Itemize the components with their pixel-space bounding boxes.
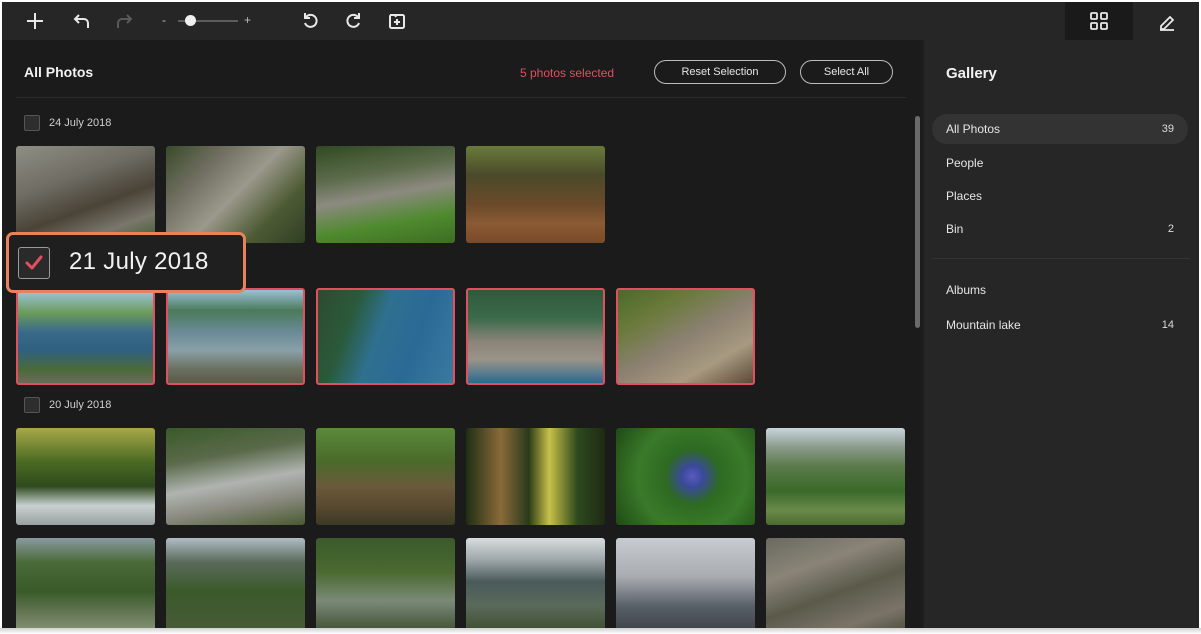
sidebar-item-label: Bin	[946, 222, 964, 236]
check-icon	[25, 255, 43, 270]
photo-thumbnail[interactable]	[766, 538, 905, 628]
photo-thumbnail[interactable]	[316, 428, 455, 525]
zoom-minus[interactable]: -	[162, 13, 166, 27]
photo-thumbnail[interactable]	[766, 428, 905, 525]
group-date-label: 24 July 2018	[49, 117, 112, 129]
photo-thumbnail[interactable]	[316, 538, 455, 628]
date-group-header: 20 July 2018	[24, 397, 111, 413]
photo-thumbnail[interactable]	[166, 428, 305, 525]
sidebar-item-label: Mountain lake	[946, 318, 1021, 332]
photos-panel: All Photos 5 photos selected Reset Selec…	[2, 40, 922, 628]
group-checkbox-callout: 21 July 2018	[6, 232, 246, 293]
sidebar-item-count: 14	[1161, 319, 1174, 331]
photo-thumbnail[interactable]	[466, 538, 605, 628]
photo-thumbnail[interactable]	[466, 288, 605, 385]
group-checkbox-checked[interactable]	[18, 247, 50, 279]
group-checkbox[interactable]	[24, 115, 40, 131]
zoom-knob[interactable]	[185, 15, 196, 26]
zoom-plus[interactable]: +	[244, 13, 251, 27]
group-checkbox[interactable]	[24, 397, 40, 413]
reset-selection-button[interactable]: Reset Selection	[654, 60, 786, 84]
select-all-button[interactable]: Select All	[800, 60, 893, 84]
photo-thumbnail[interactable]	[166, 288, 305, 385]
sidebar-divider	[932, 258, 1190, 259]
photo-thumbnail[interactable]	[316, 146, 455, 243]
page-title: All Photos	[24, 64, 94, 80]
sidebar-item-people[interactable]: People	[932, 148, 1188, 178]
photo-thumbnail[interactable]	[466, 146, 605, 243]
group-date-label: 20 July 2018	[49, 399, 112, 411]
window-shadow	[0, 628, 1201, 634]
sidebar-item-bin[interactable]: Bin 2	[932, 214, 1188, 244]
sidebar-item-label: Albums	[946, 283, 987, 297]
header-divider	[16, 97, 906, 98]
photo-thumbnail[interactable]	[16, 146, 155, 243]
photo-thumbnail[interactable]	[166, 538, 305, 628]
photo-thumbnail[interactable]	[16, 288, 155, 385]
date-group-header: 24 July 2018	[24, 115, 111, 131]
photo-thumbnail[interactable]	[16, 538, 155, 628]
photo-thumbnail[interactable]	[16, 428, 155, 525]
sidebar-item-places[interactable]: Places	[932, 181, 1188, 211]
rotate-right-icon[interactable]	[336, 2, 370, 40]
import-icon[interactable]	[380, 2, 414, 40]
sidebar-item-mountain-lake[interactable]: Mountain lake 14	[932, 310, 1188, 340]
edit-icon[interactable]	[1133, 2, 1199, 40]
selection-count: 5 photos selected	[520, 66, 615, 80]
photo-thumbnail[interactable]	[166, 146, 305, 243]
photo-thumbnail[interactable]	[616, 428, 755, 525]
photo-app-window: - + All Photos 5 photos selected Reset S…	[2, 2, 1199, 628]
group-date-label: 21 July 2018	[69, 248, 209, 275]
sidebar-item-label: Places	[946, 189, 983, 203]
undo-icon[interactable]	[64, 2, 98, 40]
scrollbar[interactable]	[915, 116, 920, 328]
gallery-sidebar: Gallery All Photos 39 People Places Bin …	[924, 40, 1199, 628]
rotate-left-icon[interactable]	[294, 2, 328, 40]
photo-thumbnail[interactable]	[616, 538, 755, 628]
grid-view-icon[interactable]	[1065, 2, 1133, 40]
sidebar-item-all-photos[interactable]: All Photos 39	[932, 114, 1188, 144]
sidebar-item-albums[interactable]: Albums	[932, 275, 1188, 305]
sidebar-title: Gallery	[946, 65, 997, 82]
sidebar-item-count: 39	[1161, 123, 1174, 135]
zoom-slider[interactable]: - +	[160, 2, 260, 40]
add-icon[interactable]	[18, 2, 52, 40]
toolbar: - +	[2, 2, 1199, 40]
photo-thumbnail[interactable]	[616, 288, 755, 385]
photo-thumbnail[interactable]	[316, 288, 455, 385]
sidebar-item-label: People	[946, 156, 984, 170]
redo-icon[interactable]	[108, 2, 142, 40]
photo-thumbnail[interactable]	[466, 428, 605, 525]
sidebar-item-label: All Photos	[946, 122, 1001, 136]
sidebar-item-count: 2	[1167, 223, 1174, 235]
